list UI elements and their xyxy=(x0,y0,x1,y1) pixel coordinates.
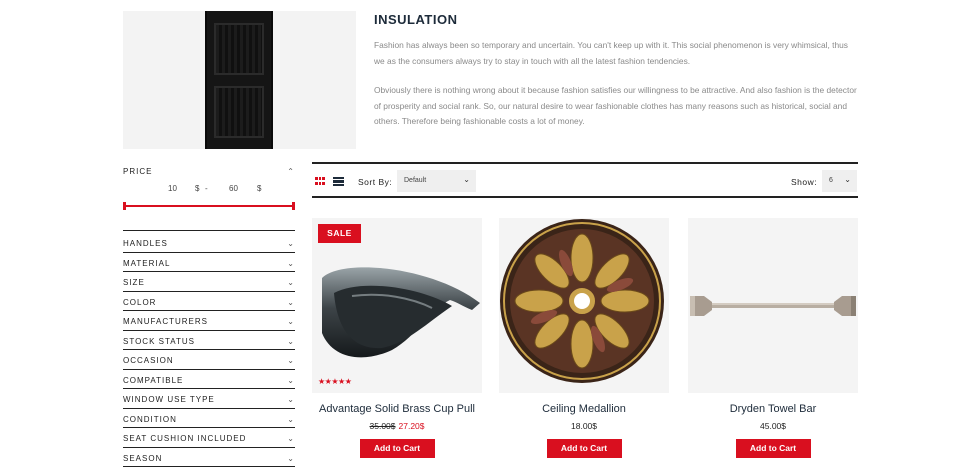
chevron-down-icon: ⌄ xyxy=(287,356,295,366)
product-price: 35.00$ 27.20$ xyxy=(312,421,482,431)
list-view-icon[interactable] xyxy=(333,177,344,186)
product-image-cup-pull[interactable]: SALE ★★★★★ xyxy=(312,218,482,393)
price-min-currency: $ xyxy=(195,184,200,193)
chevron-down-icon: ⌄ xyxy=(287,453,295,463)
product-card: Ceiling Medallion 18.00$ Add to Cart xyxy=(499,218,669,458)
filter-handles[interactable]: HANDLES ⌄ xyxy=(123,233,295,253)
filter-seat-cushion-included[interactable]: SEAT CUSHION INCLUDED ⌄ xyxy=(123,428,295,448)
grid-view-icon[interactable] xyxy=(315,177,325,186)
chevron-down-icon: ⌄ xyxy=(287,297,295,307)
door-shutter-image xyxy=(205,11,273,149)
towel-bar-image xyxy=(690,296,856,316)
filter-color[interactable]: COLOR ⌄ xyxy=(123,292,295,311)
description-paragraph: Fashion has always been so temporary and… xyxy=(374,40,848,66)
description-paragraph: Obviously there is nothing wrong about i… xyxy=(374,85,857,126)
filter-window-use-type[interactable]: WINDOW USE TYPE ⌄ xyxy=(123,389,295,409)
price: 45.00$ xyxy=(760,421,786,431)
sort-select[interactable]: Default ⌄ xyxy=(397,170,476,192)
product-image-ceiling-medallion[interactable] xyxy=(499,218,669,393)
sale-price: 27.20$ xyxy=(398,421,425,431)
show-count-select[interactable]: 6 ⌄ xyxy=(822,170,857,192)
product-name[interactable]: Ceiling Medallion xyxy=(499,403,669,415)
filter-condition[interactable]: CONDITION ⌄ xyxy=(123,409,295,428)
filter-compatible[interactable]: COMPATIBLE ⌄ xyxy=(123,370,295,389)
add-to-cart-button[interactable]: Add to Cart xyxy=(546,439,622,458)
product-price: 45.00$ xyxy=(688,421,858,431)
price-filter-header[interactable]: PRICE ⌃ xyxy=(123,163,295,179)
price-range-values: 10 $ - 60 $ xyxy=(123,184,295,200)
old-price: 35.00$ xyxy=(369,421,396,431)
product-toolbar: Sort By: Default ⌄ Show: 6 ⌄ xyxy=(312,162,858,198)
chevron-down-icon: ⌄ xyxy=(287,414,295,424)
filter-list: HANDLES ⌄ MATERIAL ⌄ SIZE ⌄ COLOR ⌄ MANUFACT… xyxy=(123,233,295,467)
cup-pull-image xyxy=(322,267,480,358)
add-to-cart-button[interactable]: Add to Cart xyxy=(735,439,811,458)
show-label: Show: xyxy=(791,177,818,187)
filter-size[interactable]: SIZE ⌄ xyxy=(123,272,295,292)
chevron-down-icon: ⌄ xyxy=(287,395,295,405)
price-slider-min-handle[interactable] xyxy=(123,202,126,210)
product-image-towel-bar[interactable] xyxy=(688,218,858,393)
product-name[interactable]: Dryden Towel Bar xyxy=(688,403,858,415)
chevron-down-icon: ⌄ xyxy=(287,434,295,444)
price: 18.00$ xyxy=(571,421,597,431)
price-slider-track xyxy=(124,205,294,207)
chevron-down-icon: ⌄ xyxy=(287,258,295,268)
ceiling-medallion-image xyxy=(500,219,664,383)
filter-sidebar: PRICE ⌃ 10 $ - 60 $ HANDLES ⌄ MATERIAL ⌄ S… xyxy=(123,163,295,467)
filter-manufacturers[interactable]: MANUFACTURERS ⌄ xyxy=(123,311,295,331)
filter-divider xyxy=(123,230,295,231)
sort-select-value: Default xyxy=(404,177,427,184)
category-description: Fashion has always been so temporary and… xyxy=(374,38,858,130)
chevron-down-icon: ⌄ xyxy=(287,278,295,288)
chevron-up-icon[interactable]: ⌃ xyxy=(287,167,295,176)
product-price: 18.00$ xyxy=(499,421,669,431)
price-slider-max-handle[interactable] xyxy=(292,202,295,210)
chevron-down-icon: ⌄ xyxy=(287,317,295,327)
product-card: SALE ★★★★★ Advantage Solid Brass Cup Pul… xyxy=(312,218,482,458)
chevron-down-icon: ⌄ xyxy=(463,175,470,184)
rating-stars: ★★★★★ xyxy=(318,377,352,386)
product-name[interactable]: Advantage Solid Brass Cup Pull xyxy=(312,403,482,415)
filter-stock-status[interactable]: STOCK STATUS ⌄ xyxy=(123,331,295,350)
price-filter-label: PRICE xyxy=(123,166,153,176)
chevron-down-icon: ⌄ xyxy=(287,239,295,249)
chevron-down-icon: ⌄ xyxy=(287,375,295,385)
category-title: INSULATION xyxy=(374,12,458,27)
chevron-down-icon: ⌄ xyxy=(287,336,295,346)
product-card: Dryden Towel Bar 45.00$ Add to Cart xyxy=(688,218,858,458)
category-image xyxy=(123,11,356,149)
sort-label: Sort By: xyxy=(358,177,393,187)
filter-occasion[interactable]: OCCASION ⌄ xyxy=(123,350,295,370)
sale-badge: SALE xyxy=(318,224,361,243)
price-min[interactable]: 10 xyxy=(168,184,177,193)
price-range-dash: - xyxy=(205,184,208,193)
filter-season[interactable]: SEASON ⌄ xyxy=(123,448,295,467)
chevron-down-icon: ⌄ xyxy=(844,175,851,184)
price-max[interactable]: 60 xyxy=(229,184,238,193)
price-slider[interactable] xyxy=(123,202,295,210)
add-to-cart-button[interactable]: Add to Cart xyxy=(359,439,435,458)
show-count-value: 6 xyxy=(829,177,833,184)
filter-material[interactable]: MATERIAL ⌄ xyxy=(123,253,295,272)
price-max-currency: $ xyxy=(257,184,262,193)
